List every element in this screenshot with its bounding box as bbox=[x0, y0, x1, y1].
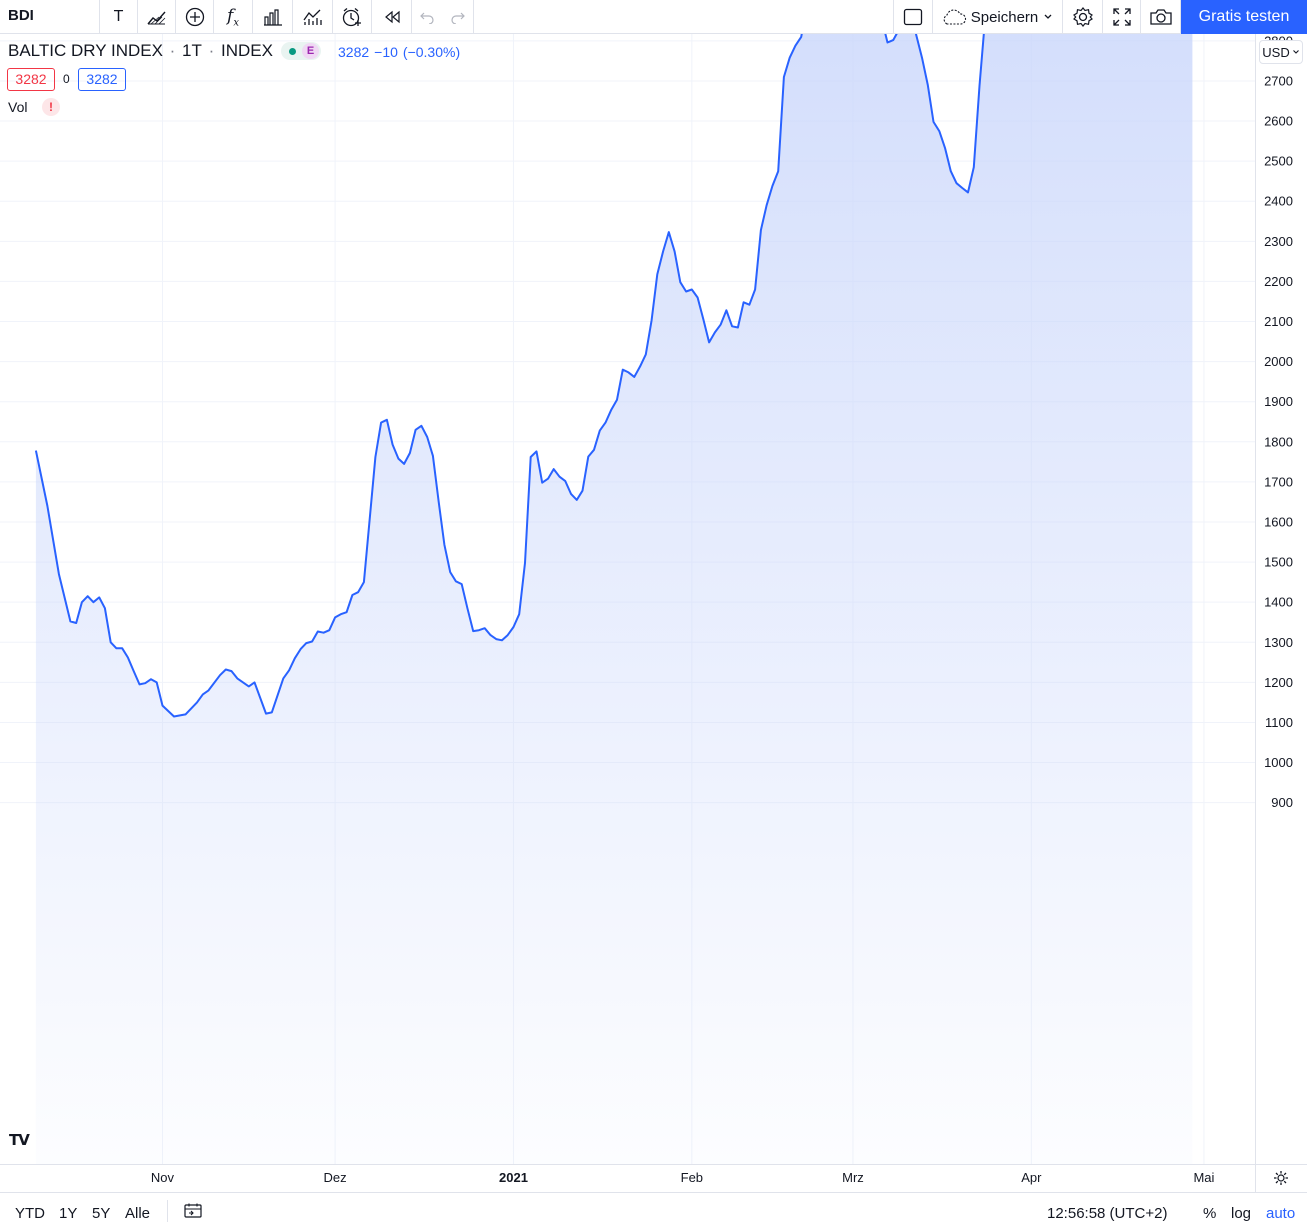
redo-button[interactable] bbox=[442, 0, 474, 34]
price-tick-label: 1400 bbox=[1264, 595, 1293, 610]
time-tick-label: Apr bbox=[1021, 1170, 1042, 1185]
time-tick-label: Nov bbox=[151, 1170, 175, 1185]
date-range-icon[interactable] bbox=[183, 1203, 203, 1219]
time-tick-label: Dez bbox=[324, 1170, 347, 1185]
alert-icon bbox=[342, 8, 361, 27]
text-tool-icon: T bbox=[113, 8, 124, 25]
indicators-button[interactable]: fx bbox=[214, 0, 253, 34]
legend-change-pct: (−0.30%) bbox=[402, 44, 461, 60]
volume-warning-icon[interactable]: ! bbox=[42, 98, 60, 116]
price-tick-label: 2700 bbox=[1264, 73, 1293, 88]
price-tick-label: 1800 bbox=[1264, 434, 1293, 449]
price-tick-label: 2600 bbox=[1264, 114, 1293, 129]
cloud-icon bbox=[943, 9, 966, 25]
price-tick-label: 1500 bbox=[1264, 555, 1293, 570]
price-tick-label: 1300 bbox=[1264, 635, 1293, 650]
legend-last: 3282 bbox=[338, 44, 370, 60]
save-button[interactable]: Speichern bbox=[933, 0, 1063, 34]
templates-button[interactable] bbox=[293, 0, 333, 34]
price-tick-label: 2500 bbox=[1264, 154, 1293, 169]
price-tick-label: 2100 bbox=[1264, 314, 1293, 329]
sell-price-box[interactable]: 3282 bbox=[7, 68, 55, 91]
range-5y[interactable]: 5Y bbox=[92, 1205, 110, 1222]
legend-change: −10 bbox=[374, 44, 398, 60]
compare-button[interactable] bbox=[176, 0, 214, 34]
bar-chart-icon bbox=[263, 9, 282, 26]
time-tick-label: Mai bbox=[1193, 1170, 1214, 1185]
undo-icon bbox=[420, 12, 434, 24]
price-tick-label: 1600 bbox=[1264, 514, 1293, 529]
price-tick-label: 1700 bbox=[1264, 474, 1293, 489]
price-tick-label: 2400 bbox=[1264, 194, 1293, 209]
price-tick-label: 1000 bbox=[1264, 755, 1293, 770]
layout-icon bbox=[903, 8, 923, 26]
layout-button[interactable] bbox=[893, 0, 933, 34]
settings-button[interactable] bbox=[1063, 0, 1103, 34]
add-symbol-icon bbox=[185, 7, 204, 27]
spread-value: 0 bbox=[63, 72, 70, 86]
chart-type-icon bbox=[146, 11, 166, 25]
range-ytd[interactable]: YTD bbox=[15, 1205, 45, 1222]
clock[interactable]: 12:56:58 (UTC+2) bbox=[1047, 1205, 1167, 1222]
time-tick-label: Mrz bbox=[842, 1170, 864, 1185]
delayed-badge: E bbox=[302, 43, 319, 59]
chevron-down-icon bbox=[1292, 50, 1299, 54]
price-tick-label: 1900 bbox=[1264, 394, 1293, 409]
legend-exchange: INDEX bbox=[221, 41, 273, 60]
range-1y[interactable]: 1Y bbox=[59, 1205, 77, 1222]
price-tick-label: 2200 bbox=[1264, 274, 1293, 289]
divider bbox=[167, 1200, 168, 1222]
currency-label: USD bbox=[1262, 44, 1290, 60]
price-chart[interactable]: 900 1000 1100 1200 1300 1400 1500 1600 1700 1800 1… bbox=[0, 34, 1307, 1192]
tradingview-logo[interactable]: TV bbox=[9, 1131, 35, 1153]
undo-button[interactable] bbox=[412, 0, 442, 34]
screenshot-button[interactable] bbox=[1141, 0, 1181, 34]
chevron-down-icon bbox=[1044, 14, 1052, 19]
fullscreen-icon bbox=[1112, 8, 1131, 26]
top-toolbar: BDI T fx Speichern Gratis testen bbox=[0, 0, 1307, 34]
settings-icon bbox=[1072, 7, 1093, 27]
free-trial-button[interactable]: Gratis testen bbox=[1181, 0, 1307, 34]
time-tick-label: Feb bbox=[681, 1170, 703, 1185]
currency-select[interactable]: USD bbox=[1259, 40, 1303, 64]
legend-price: 3282 −10 (−0.30%) bbox=[338, 44, 460, 60]
text-tool-button[interactable]: T bbox=[100, 0, 138, 34]
camera-icon bbox=[1149, 9, 1172, 25]
alert-button[interactable] bbox=[333, 0, 372, 34]
chart-type-button[interactable] bbox=[138, 0, 176, 34]
percent-scale-toggle[interactable]: % bbox=[1203, 1205, 1216, 1222]
redo-icon bbox=[450, 12, 465, 24]
replay-button[interactable] bbox=[372, 0, 412, 34]
market-status-badge[interactable]: E bbox=[281, 42, 321, 60]
axis-settings-icon[interactable] bbox=[1274, 1171, 1288, 1185]
range-all[interactable]: Alle bbox=[125, 1205, 150, 1222]
legend-title: BALTIC DRY INDEX · 1T · INDEX bbox=[8, 41, 273, 60]
price-area-fill bbox=[35, 34, 1193, 1164]
buy-price-box[interactable]: 3282 bbox=[78, 68, 126, 91]
price-tick-label: 1100 bbox=[1265, 715, 1293, 730]
chart-app: BDI T fx Speichern Gratis testen 900 100… bbox=[0, 0, 1307, 1228]
auto-scale-toggle[interactable]: auto bbox=[1266, 1205, 1295, 1222]
volume-label: Vol bbox=[8, 99, 28, 115]
price-tick-label: 1200 bbox=[1264, 675, 1293, 690]
bar-chart-button[interactable] bbox=[253, 0, 293, 34]
price-tick-label: 900 bbox=[1271, 795, 1293, 810]
log-scale-toggle[interactable]: log bbox=[1231, 1205, 1251, 1222]
indicators-icon: fx bbox=[227, 5, 239, 29]
replay-icon bbox=[384, 10, 400, 24]
time-tick-label: 2021 bbox=[499, 1170, 528, 1185]
symbol-search[interactable]: BDI bbox=[0, 0, 100, 34]
fullscreen-button[interactable] bbox=[1103, 0, 1141, 34]
price-tick-label: 2300 bbox=[1264, 234, 1293, 249]
bottom-toolbar: YTD 1Y 5Y Alle 12:56:58 (UTC+2) % log au… bbox=[0, 1192, 1307, 1228]
price-tick-label: 2000 bbox=[1264, 354, 1293, 369]
save-label: Speichern bbox=[970, 8, 1039, 26]
legend-interval: 1T bbox=[182, 41, 202, 60]
legend-name: BALTIC DRY INDEX bbox=[8, 41, 163, 60]
templates-icon bbox=[302, 9, 322, 25]
market-open-dot bbox=[289, 47, 296, 55]
